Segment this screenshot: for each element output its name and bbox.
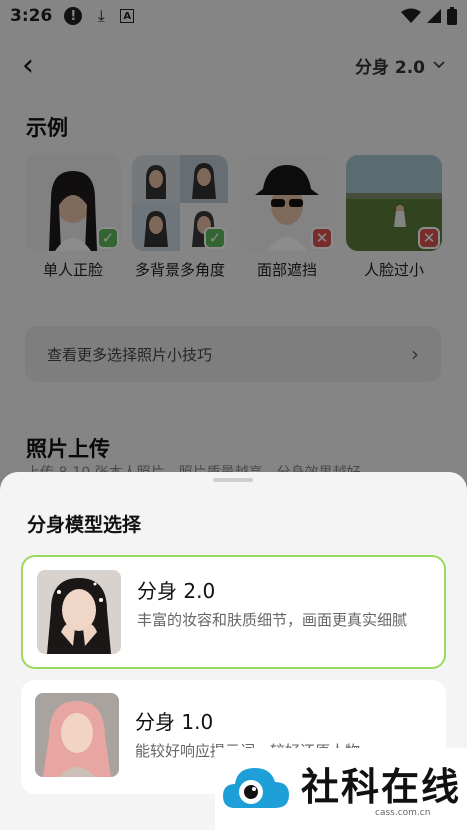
model-2-0-description: 丰富的妆容和肤质细节，画面更真实细腻 bbox=[137, 611, 408, 629]
watermark: 社科在线 cass.com.cn bbox=[215, 748, 467, 830]
drag-handle[interactable] bbox=[213, 478, 253, 482]
model-option-2-0[interactable]: 分身 2.0 丰富的妆容和肤质细节，画面更真实细腻 bbox=[21, 555, 446, 669]
sheet-title: 分身模型选择 bbox=[27, 514, 142, 536]
watermark-url: cass.com.cn bbox=[375, 808, 431, 818]
model-2-0-thumbnail bbox=[37, 570, 121, 654]
watermark-logo bbox=[223, 768, 289, 808]
model-1-0-name: 分身 1.0 bbox=[135, 710, 214, 734]
model-1-0-thumbnail bbox=[35, 693, 119, 777]
model-2-0-name: 分身 2.0 bbox=[137, 579, 216, 603]
watermark-text: 社科在线 bbox=[301, 764, 462, 809]
